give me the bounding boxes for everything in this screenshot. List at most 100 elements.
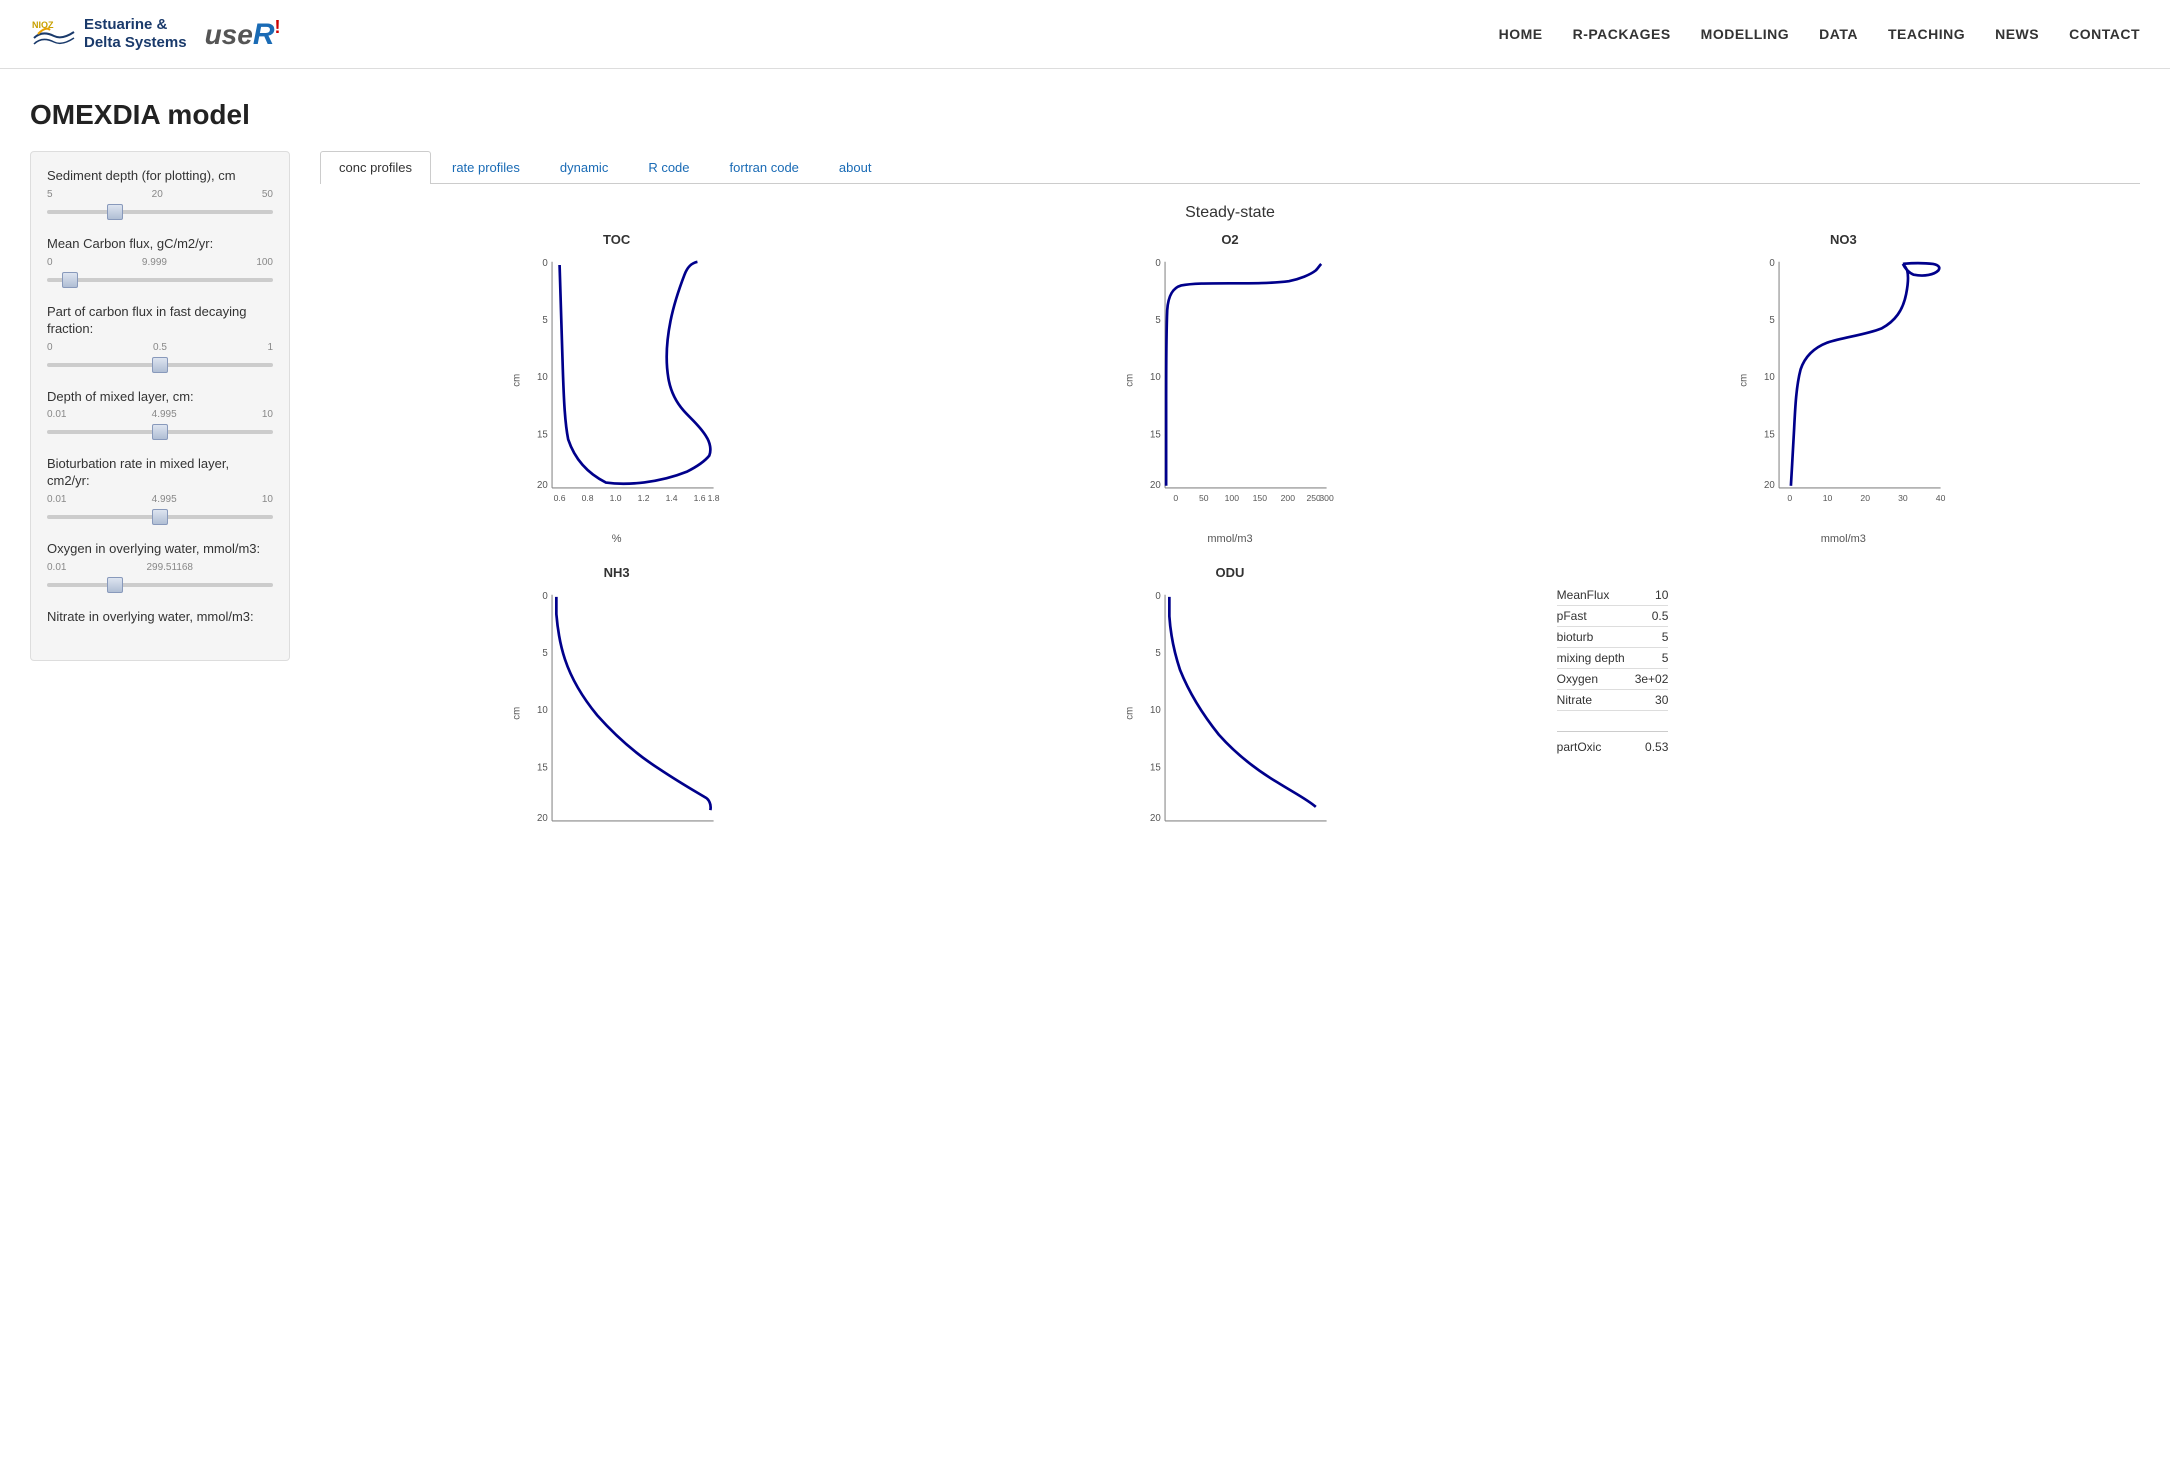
control-label-bioturbation: Bioturbation rate in mixed layer, cm2/yr… bbox=[47, 456, 273, 490]
svg-text:100: 100 bbox=[1225, 493, 1240, 503]
info-label-oxygen: Oxygen bbox=[1557, 669, 1635, 690]
svg-text:cm: cm bbox=[512, 707, 523, 720]
slider-max-sediment: 50 bbox=[262, 189, 273, 200]
main-layout: Sediment depth (for plotting), cm 5 20 5… bbox=[0, 141, 2170, 894]
slider-mixed-layer[interactable] bbox=[47, 422, 273, 442]
control-carbon-fraction: Part of carbon flux in fast decaying fra… bbox=[47, 304, 273, 375]
svg-text:10: 10 bbox=[1150, 372, 1161, 383]
tab-rate-profiles[interactable]: rate profiles bbox=[433, 151, 539, 183]
nav-contact[interactable]: CONTACT bbox=[2069, 26, 2140, 42]
svg-text:5: 5 bbox=[1156, 648, 1161, 659]
nav-news[interactable]: NEWS bbox=[1995, 26, 2039, 42]
chart-no3: NO3 0 5 10 15 20 cm 0 10 20 30 40 bbox=[1547, 232, 2140, 545]
slider-knob-mixed[interactable] bbox=[152, 424, 168, 440]
info-row-mixing-depth: mixing depth 5 bbox=[1557, 648, 1669, 669]
nav-home[interactable]: HOME bbox=[1499, 26, 1543, 42]
svg-text:0: 0 bbox=[542, 591, 548, 602]
control-label-oxygen: Oxygen in overlying water, mmol/m3: bbox=[47, 541, 273, 558]
slider-carbon-fraction[interactable] bbox=[47, 355, 273, 375]
slider-min-sediment: 5 bbox=[47, 189, 53, 200]
svg-text:30: 30 bbox=[1898, 493, 1908, 503]
info-label-mixing-depth: mixing depth bbox=[1557, 648, 1635, 669]
info-value-mixing-depth: 5 bbox=[1635, 648, 1669, 669]
nav-data[interactable]: DATA bbox=[1819, 26, 1858, 42]
svg-text:cm: cm bbox=[1738, 374, 1749, 387]
info-label-meanflux: MeanFlux bbox=[1557, 585, 1635, 606]
slider-min-carbon: 0 bbox=[47, 257, 53, 268]
info-value-meanflux: 10 bbox=[1635, 585, 1669, 606]
slider-val-sediment: 20 bbox=[152, 189, 163, 200]
info-panel: MeanFlux 10 pFast 0.5 bioturb 5 bbox=[1547, 565, 2140, 864]
control-label-carbon-fraction: Part of carbon flux in fast decaying fra… bbox=[47, 304, 273, 338]
svg-text:15: 15 bbox=[537, 762, 548, 773]
info-value-oxygen: 3e+02 bbox=[1635, 669, 1669, 690]
chart-odu: ODU 0 5 10 15 20 cm bbox=[933, 565, 1526, 864]
page-title-area: OMEXDIA model bbox=[0, 69, 2170, 141]
sidebar: Sediment depth (for plotting), cm 5 20 5… bbox=[30, 151, 290, 661]
slider-bioturbation[interactable] bbox=[47, 507, 273, 527]
svg-text:cm: cm bbox=[1125, 374, 1136, 387]
chart-no3-svg: 0 5 10 15 20 cm 0 10 20 30 40 bbox=[1547, 251, 2140, 531]
svg-text:cm: cm bbox=[512, 374, 523, 387]
slider-knob-carbon[interactable] bbox=[62, 272, 78, 288]
tab-dynamic[interactable]: dynamic bbox=[541, 151, 627, 183]
chart-odu-title: ODU bbox=[1216, 565, 1245, 580]
svg-text:5: 5 bbox=[542, 315, 547, 326]
slider-knob-fraction[interactable] bbox=[152, 357, 168, 373]
slider-val-bioturb: 4.995 bbox=[152, 494, 177, 505]
chart-o2-title: O2 bbox=[1221, 232, 1238, 247]
svg-text:0: 0 bbox=[1156, 591, 1162, 602]
tab-r-code[interactable]: R code bbox=[629, 151, 708, 183]
svg-text:20: 20 bbox=[537, 480, 548, 491]
svg-text:0.8: 0.8 bbox=[582, 493, 594, 503]
svg-text:20: 20 bbox=[1150, 813, 1161, 824]
logo-text: Estuarine & Delta Systems bbox=[84, 16, 187, 52]
tab-fortran-code[interactable]: fortran code bbox=[711, 151, 818, 183]
info-row-oxygen: Oxygen 3e+02 bbox=[1557, 669, 1669, 690]
info-label-pfast: pFast bbox=[1557, 606, 1635, 627]
info-row-meanflux: MeanFlux 10 bbox=[1557, 585, 1669, 606]
slider-knob-sediment[interactable] bbox=[107, 204, 123, 220]
partoxic-value: 0.53 bbox=[1645, 740, 1668, 754]
chart-nh3-svg: 0 5 10 15 20 cm bbox=[320, 584, 913, 864]
control-oxygen: Oxygen in overlying water, mmol/m3: 0.01… bbox=[47, 541, 273, 595]
nav-modelling[interactable]: MODELLING bbox=[1701, 26, 1790, 42]
slider-sediment-depth[interactable] bbox=[47, 202, 273, 222]
svg-text:1.6: 1.6 bbox=[694, 493, 706, 503]
slider-carbon-flux[interactable] bbox=[47, 270, 273, 290]
slider-max-fraction: 1 bbox=[267, 342, 273, 353]
charts-row1: TOC 0 5 10 15 20 cm 0.6 0.8 1.0 bbox=[320, 232, 2140, 545]
chart-toc-xlabel: % bbox=[612, 533, 622, 545]
svg-text:5: 5 bbox=[1769, 315, 1774, 326]
control-label-sediment-depth: Sediment depth (for plotting), cm bbox=[47, 168, 273, 185]
chart-toc-title: TOC bbox=[603, 232, 630, 247]
svg-text:15: 15 bbox=[537, 429, 548, 440]
svg-text:0: 0 bbox=[1156, 258, 1162, 269]
svg-text:1.4: 1.4 bbox=[666, 493, 678, 503]
nav-rpackages[interactable]: R-PACKAGES bbox=[1573, 26, 1671, 42]
svg-text:20: 20 bbox=[537, 813, 548, 824]
slider-oxygen[interactable] bbox=[47, 575, 273, 595]
chart-nh3: NH3 0 5 10 15 20 cm bbox=[320, 565, 913, 864]
slider-knob-oxygen[interactable] bbox=[107, 577, 123, 593]
info-label-bioturb: bioturb bbox=[1557, 627, 1635, 648]
control-carbon-flux: Mean Carbon flux, gC/m2/yr: 0 9.999 100 bbox=[47, 236, 273, 290]
svg-text:10: 10 bbox=[1822, 493, 1832, 503]
nav-teaching[interactable]: TEACHING bbox=[1888, 26, 1965, 42]
svg-text:1.8: 1.8 bbox=[708, 493, 720, 503]
slider-val-oxygen: 299.51168 bbox=[146, 562, 193, 573]
tab-conc-profiles[interactable]: conc profiles bbox=[320, 151, 431, 184]
svg-text:NIOZ: NIOZ bbox=[32, 20, 54, 30]
svg-text:20: 20 bbox=[1860, 493, 1870, 503]
svg-text:150: 150 bbox=[1253, 493, 1268, 503]
slider-min-fraction: 0 bbox=[47, 342, 53, 353]
chart-odu-svg: 0 5 10 15 20 cm bbox=[933, 584, 1526, 864]
slider-knob-bioturb[interactable] bbox=[152, 509, 168, 525]
logo-r: useR! bbox=[205, 17, 281, 52]
svg-text:0: 0 bbox=[1174, 493, 1179, 503]
svg-text:5: 5 bbox=[1156, 315, 1161, 326]
control-label-carbon-flux: Mean Carbon flux, gC/m2/yr: bbox=[47, 236, 273, 253]
svg-text:0: 0 bbox=[542, 258, 548, 269]
logo-line2: Delta Systems bbox=[84, 34, 187, 52]
tab-about[interactable]: about bbox=[820, 151, 891, 183]
